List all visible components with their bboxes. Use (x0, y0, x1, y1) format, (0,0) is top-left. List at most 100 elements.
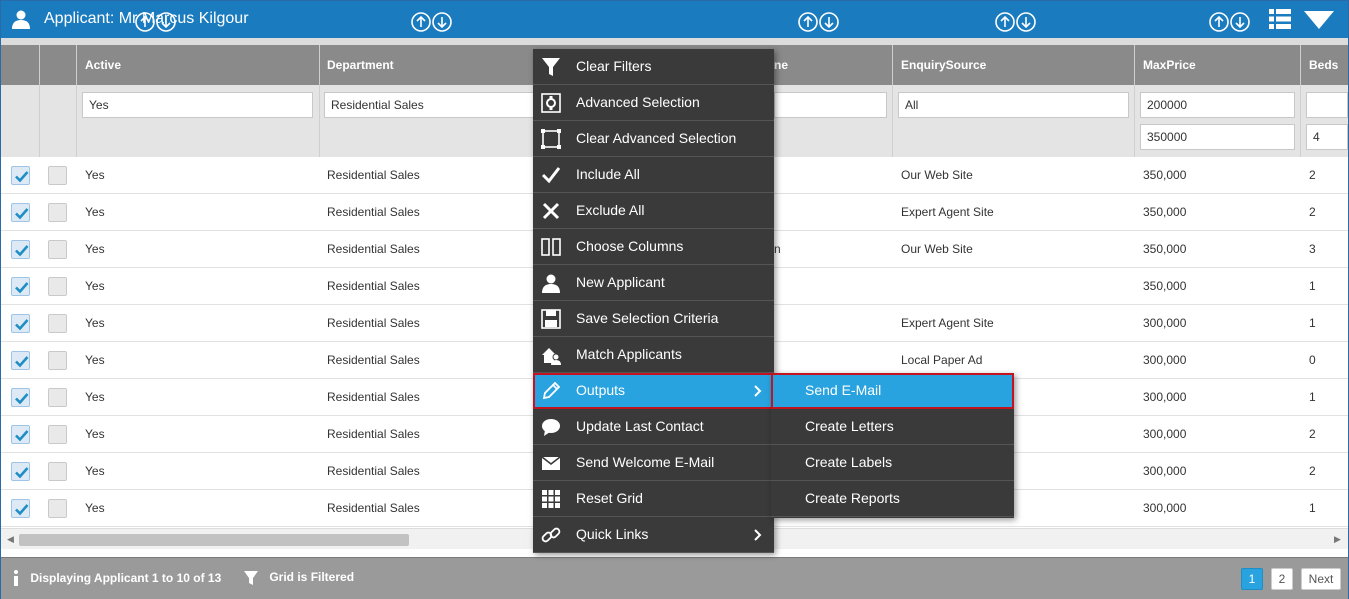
menu-item-update-last-contact[interactable]: Update Last Contact (533, 409, 774, 445)
list-view-icon[interactable] (1269, 9, 1291, 29)
menu-item-exclude-all[interactable]: Exclude All (533, 193, 774, 229)
row-select-checkbox[interactable] (11, 203, 30, 222)
column-header-label: Beds (1309, 58, 1339, 72)
menu-item-new-applicant[interactable]: New Applicant (533, 265, 774, 301)
submenu-item-send-e-mail[interactable]: Send E-Mail (771, 373, 1014, 409)
cell-active: Yes (85, 501, 105, 515)
row-select-checkbox[interactable] (11, 240, 30, 259)
checkmark-icon (541, 167, 561, 184)
cell-department: Residential Sales (327, 390, 420, 404)
menu-item-label: Choose Columns (576, 238, 684, 254)
scrollbar-thumb[interactable] (19, 534, 409, 546)
advanced-selection-icon (541, 93, 561, 113)
cell-beds: 1 (1309, 501, 1316, 515)
link-icon (541, 527, 561, 543)
cell-department: Residential Sales (327, 316, 420, 330)
menu-item-match-applicants[interactable]: Match Applicants (533, 337, 774, 373)
row-include-checkbox[interactable] (48, 388, 67, 407)
sort-up-down-icon[interactable] (798, 12, 840, 32)
cell-maxprice: 300,000 (1143, 353, 1187, 367)
user-icon (542, 274, 560, 293)
cell-beds: 2 (1309, 464, 1316, 478)
maxprice-min-filter-input[interactable]: 200000 (1140, 92, 1295, 118)
cell-hidden: n (774, 242, 781, 256)
column-header-label: Department (327, 58, 394, 72)
menu-item-quick-links[interactable]: Quick Links (533, 517, 774, 553)
chevron-right-icon (754, 529, 762, 541)
sort-buttons-active[interactable] (135, 12, 177, 32)
menu-item-label: Outputs (576, 382, 626, 398)
menu-item-save-selection-criteria[interactable]: Save Selection Criteria (533, 301, 774, 337)
menu-item-send-welcome-e-mail[interactable]: Send Welcome E-Mail (533, 445, 774, 481)
column-header-label: ne (774, 58, 789, 72)
menu-item-outputs[interactable]: Outputs (533, 373, 774, 409)
cell-beds: 1 (1309, 279, 1316, 293)
menu-item-advanced-selection[interactable]: Advanced Selection (533, 85, 774, 121)
cell-maxprice: 350,000 (1143, 205, 1187, 219)
submenu-item-create-letters[interactable]: Create Letters (771, 409, 1014, 445)
hidden-column-filter-input[interactable] (774, 92, 887, 118)
cell-enquiry-source: Expert Agent Site (901, 316, 994, 330)
columns-icon (541, 238, 561, 256)
sort-up-down-icon[interactable] (995, 12, 1037, 32)
row-select-checkbox[interactable] (11, 351, 30, 370)
menu-item-label: Quick Links (576, 526, 649, 542)
title-bar: Applicant: Mr Marcus Kilgour (1, 1, 1348, 38)
enquiry-source-filter-input[interactable]: All (898, 92, 1129, 118)
cell-active: Yes (85, 279, 105, 293)
column-header-label: EnquirySource (901, 58, 987, 72)
row-include-checkbox[interactable] (48, 351, 67, 370)
cell-department: Residential Sales (327, 501, 420, 515)
beds-max-filter-input[interactable]: 4 (1306, 124, 1348, 150)
row-include-checkbox[interactable] (48, 499, 67, 518)
sort-buttons-hidden[interactable] (798, 12, 840, 32)
cell-department: Residential Sales (327, 427, 420, 441)
cell-department: Residential Sales (327, 242, 420, 256)
save-icon (541, 309, 561, 329)
sort-up-down-icon[interactable] (135, 12, 177, 32)
page-button-1[interactable]: 1 (1241, 568, 1263, 590)
row-include-checkbox[interactable] (48, 240, 67, 259)
menu-item-clear-advanced-selection[interactable]: Clear Advanced Selection (533, 121, 774, 157)
row-include-checkbox[interactable] (48, 314, 67, 333)
sort-buttons-enquiry-source[interactable] (995, 12, 1037, 32)
title-strip (1, 38, 1348, 45)
column-header-label: Active (85, 58, 122, 72)
active-filter-input[interactable]: Yes (82, 92, 313, 118)
submenu-item-create-reports[interactable]: Create Reports (771, 481, 1014, 517)
grid-footer: Displaying Applicant 1 to 10 of 13 Grid … (1, 557, 1348, 599)
cell-active: Yes (85, 205, 105, 219)
row-select-checkbox[interactable] (11, 277, 30, 296)
beds-min-filter-input[interactable] (1306, 92, 1348, 118)
row-select-checkbox[interactable] (11, 166, 30, 185)
menu-item-clear-filters[interactable]: Clear Filters (533, 49, 774, 85)
menu-item-include-all[interactable]: Include All (533, 157, 774, 193)
row-include-checkbox[interactable] (48, 277, 67, 296)
dropdown-menu-icon[interactable] (1304, 11, 1334, 29)
row-include-checkbox[interactable] (48, 425, 67, 444)
sort-buttons-department[interactable] (411, 12, 453, 32)
menu-item-choose-columns[interactable]: Choose Columns (533, 229, 774, 265)
row-select-checkbox[interactable] (11, 462, 30, 481)
cross-icon (542, 202, 560, 220)
row-select-checkbox[interactable] (11, 425, 30, 444)
scroll-left-icon[interactable]: ◀ (7, 534, 14, 545)
user-icon (12, 10, 30, 29)
page-button-2[interactable]: 2 (1271, 568, 1293, 590)
maxprice-max-filter-input[interactable]: 350000 (1140, 124, 1295, 150)
sort-up-down-icon[interactable] (411, 12, 453, 32)
sort-up-down-icon[interactable] (1209, 12, 1251, 32)
row-include-checkbox[interactable] (48, 203, 67, 222)
row-select-checkbox[interactable] (11, 388, 30, 407)
sort-buttons-maxprice[interactable] (1209, 12, 1251, 32)
menu-item-reset-grid[interactable]: Reset Grid (533, 481, 774, 517)
department-filter-input[interactable]: Residential Sales (324, 92, 534, 118)
cell-active: Yes (85, 464, 105, 478)
submenu-item-create-labels[interactable]: Create Labels (771, 445, 1014, 481)
next-page-button[interactable]: Next (1301, 568, 1341, 590)
row-include-checkbox[interactable] (48, 166, 67, 185)
row-include-checkbox[interactable] (48, 462, 67, 481)
row-select-checkbox[interactable] (11, 499, 30, 518)
row-select-checkbox[interactable] (11, 314, 30, 333)
scroll-right-icon[interactable]: ▶ (1334, 534, 1341, 545)
